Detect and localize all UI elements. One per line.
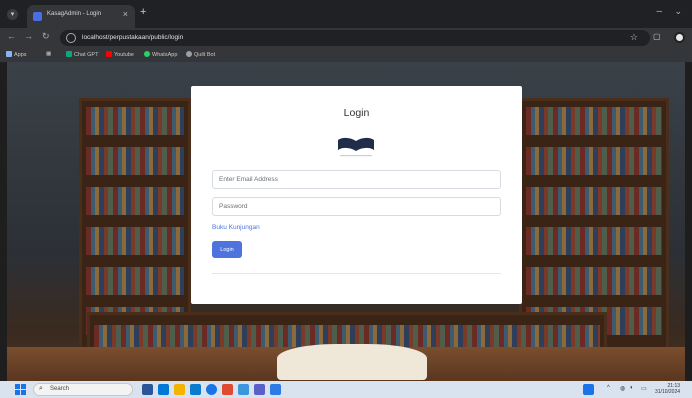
login-card: Login Buku Kunjungan Login [191,86,522,304]
volume-icon[interactable]: ◐ [630,385,634,391]
system-clock[interactable]: 21:13 31/10/2024 [655,383,680,395]
tab-search-icon[interactable]: ▾ [7,9,18,20]
youtube-icon [106,51,112,57]
bookmark-quiltbot[interactable]: Quilt Bot [186,51,215,58]
vscode-icon[interactable] [238,384,249,395]
email-field[interactable] [212,170,501,189]
browser-tab[interactable]: KasagAdmin - Login × [27,5,135,28]
book-row [526,147,662,175]
clock-date: 31/10/2024 [655,389,681,395]
browser-toolbar: ← → ↻ localhost/perpustakaan/public/logi… [0,28,692,48]
close-tab-icon[interactable]: × [123,9,128,19]
taskbar-search[interactable]: ⌕ Search [33,383,133,396]
apps-icon [6,51,12,57]
store-icon[interactable] [222,384,233,395]
battery-icon[interactable]: ▭ [641,385,647,392]
book-row [526,107,662,135]
book-row [526,227,662,255]
tab-title: KasagAdmin - Login [47,11,102,17]
search-label: Search [50,386,70,392]
book-row [86,267,184,295]
avatar[interactable] [674,32,685,43]
file-explorer-icon[interactable] [174,384,185,395]
bookmark-youtube[interactable]: Youtube [106,51,134,58]
tab-manager-icon[interactable]: ▢ [653,32,661,41]
windows-taskbar: ⌕ Search ^ ◍ ◐ ▭ 21:13 31/10/2024 [0,381,692,398]
book-row [86,187,184,215]
site-info-icon[interactable] [66,33,76,43]
open-book-icon [338,137,374,157]
chatgpt-icon [66,51,72,57]
network-icon[interactable]: ◍ [620,385,625,392]
minimize-icon[interactable]: – [656,6,662,17]
active-window-icon[interactable] [583,384,594,395]
book-row [86,107,184,135]
password-field[interactable] [212,197,501,216]
guest-book-link[interactable]: Buku Kunjungan [212,224,260,231]
book-row [86,227,184,255]
open-book-image [277,344,427,380]
whatsapp-icon [144,51,150,57]
quiltbot-icon [186,51,192,57]
search-icon: ⌕ [39,385,43,392]
windows-start-icon[interactable] [15,384,26,395]
task-view-icon[interactable] [142,384,153,395]
book-row [86,147,184,175]
chevron-down-icon[interactable]: ⌄ [674,6,682,17]
edge-icon[interactable] [190,384,201,395]
grid-icon[interactable]: ▦ [46,51,51,57]
favicon-icon [33,12,42,21]
back-icon[interactable]: ← [7,31,16,41]
reload-icon[interactable]: ↻ [42,31,50,42]
browser-tab-strip: ▾ KasagAdmin - Login × + – ⌄ [0,0,692,28]
bookmark-chatgpt[interactable]: Chat GPT [66,51,98,58]
tray-expand-icon[interactable]: ^ [607,385,610,391]
page-title: Login [343,107,370,119]
address-bar[interactable]: localhost/perpustakaan/public/login ☆ [60,30,650,46]
divider [212,273,501,274]
bookmarks-bar: Apps ▦ Chat GPT Youtube WhatsApp Quilt B… [0,48,692,62]
widgets-icon[interactable] [158,384,169,395]
plus-icon[interactable]: + [140,6,146,18]
app-icon[interactable] [254,384,265,395]
book-row [526,267,662,295]
app-icon-2[interactable] [270,384,281,395]
login-button[interactable]: Login [212,241,242,258]
forward-icon[interactable]: → [24,31,33,41]
book-row [526,187,662,215]
url-text[interactable]: localhost/perpustakaan/public/login [82,34,183,41]
chrome-icon[interactable] [206,384,217,395]
star-icon[interactable]: ☆ [630,32,638,43]
bookmark-apps[interactable]: Apps [6,51,27,58]
bookmark-whatsapp[interactable]: WhatsApp [144,51,177,58]
